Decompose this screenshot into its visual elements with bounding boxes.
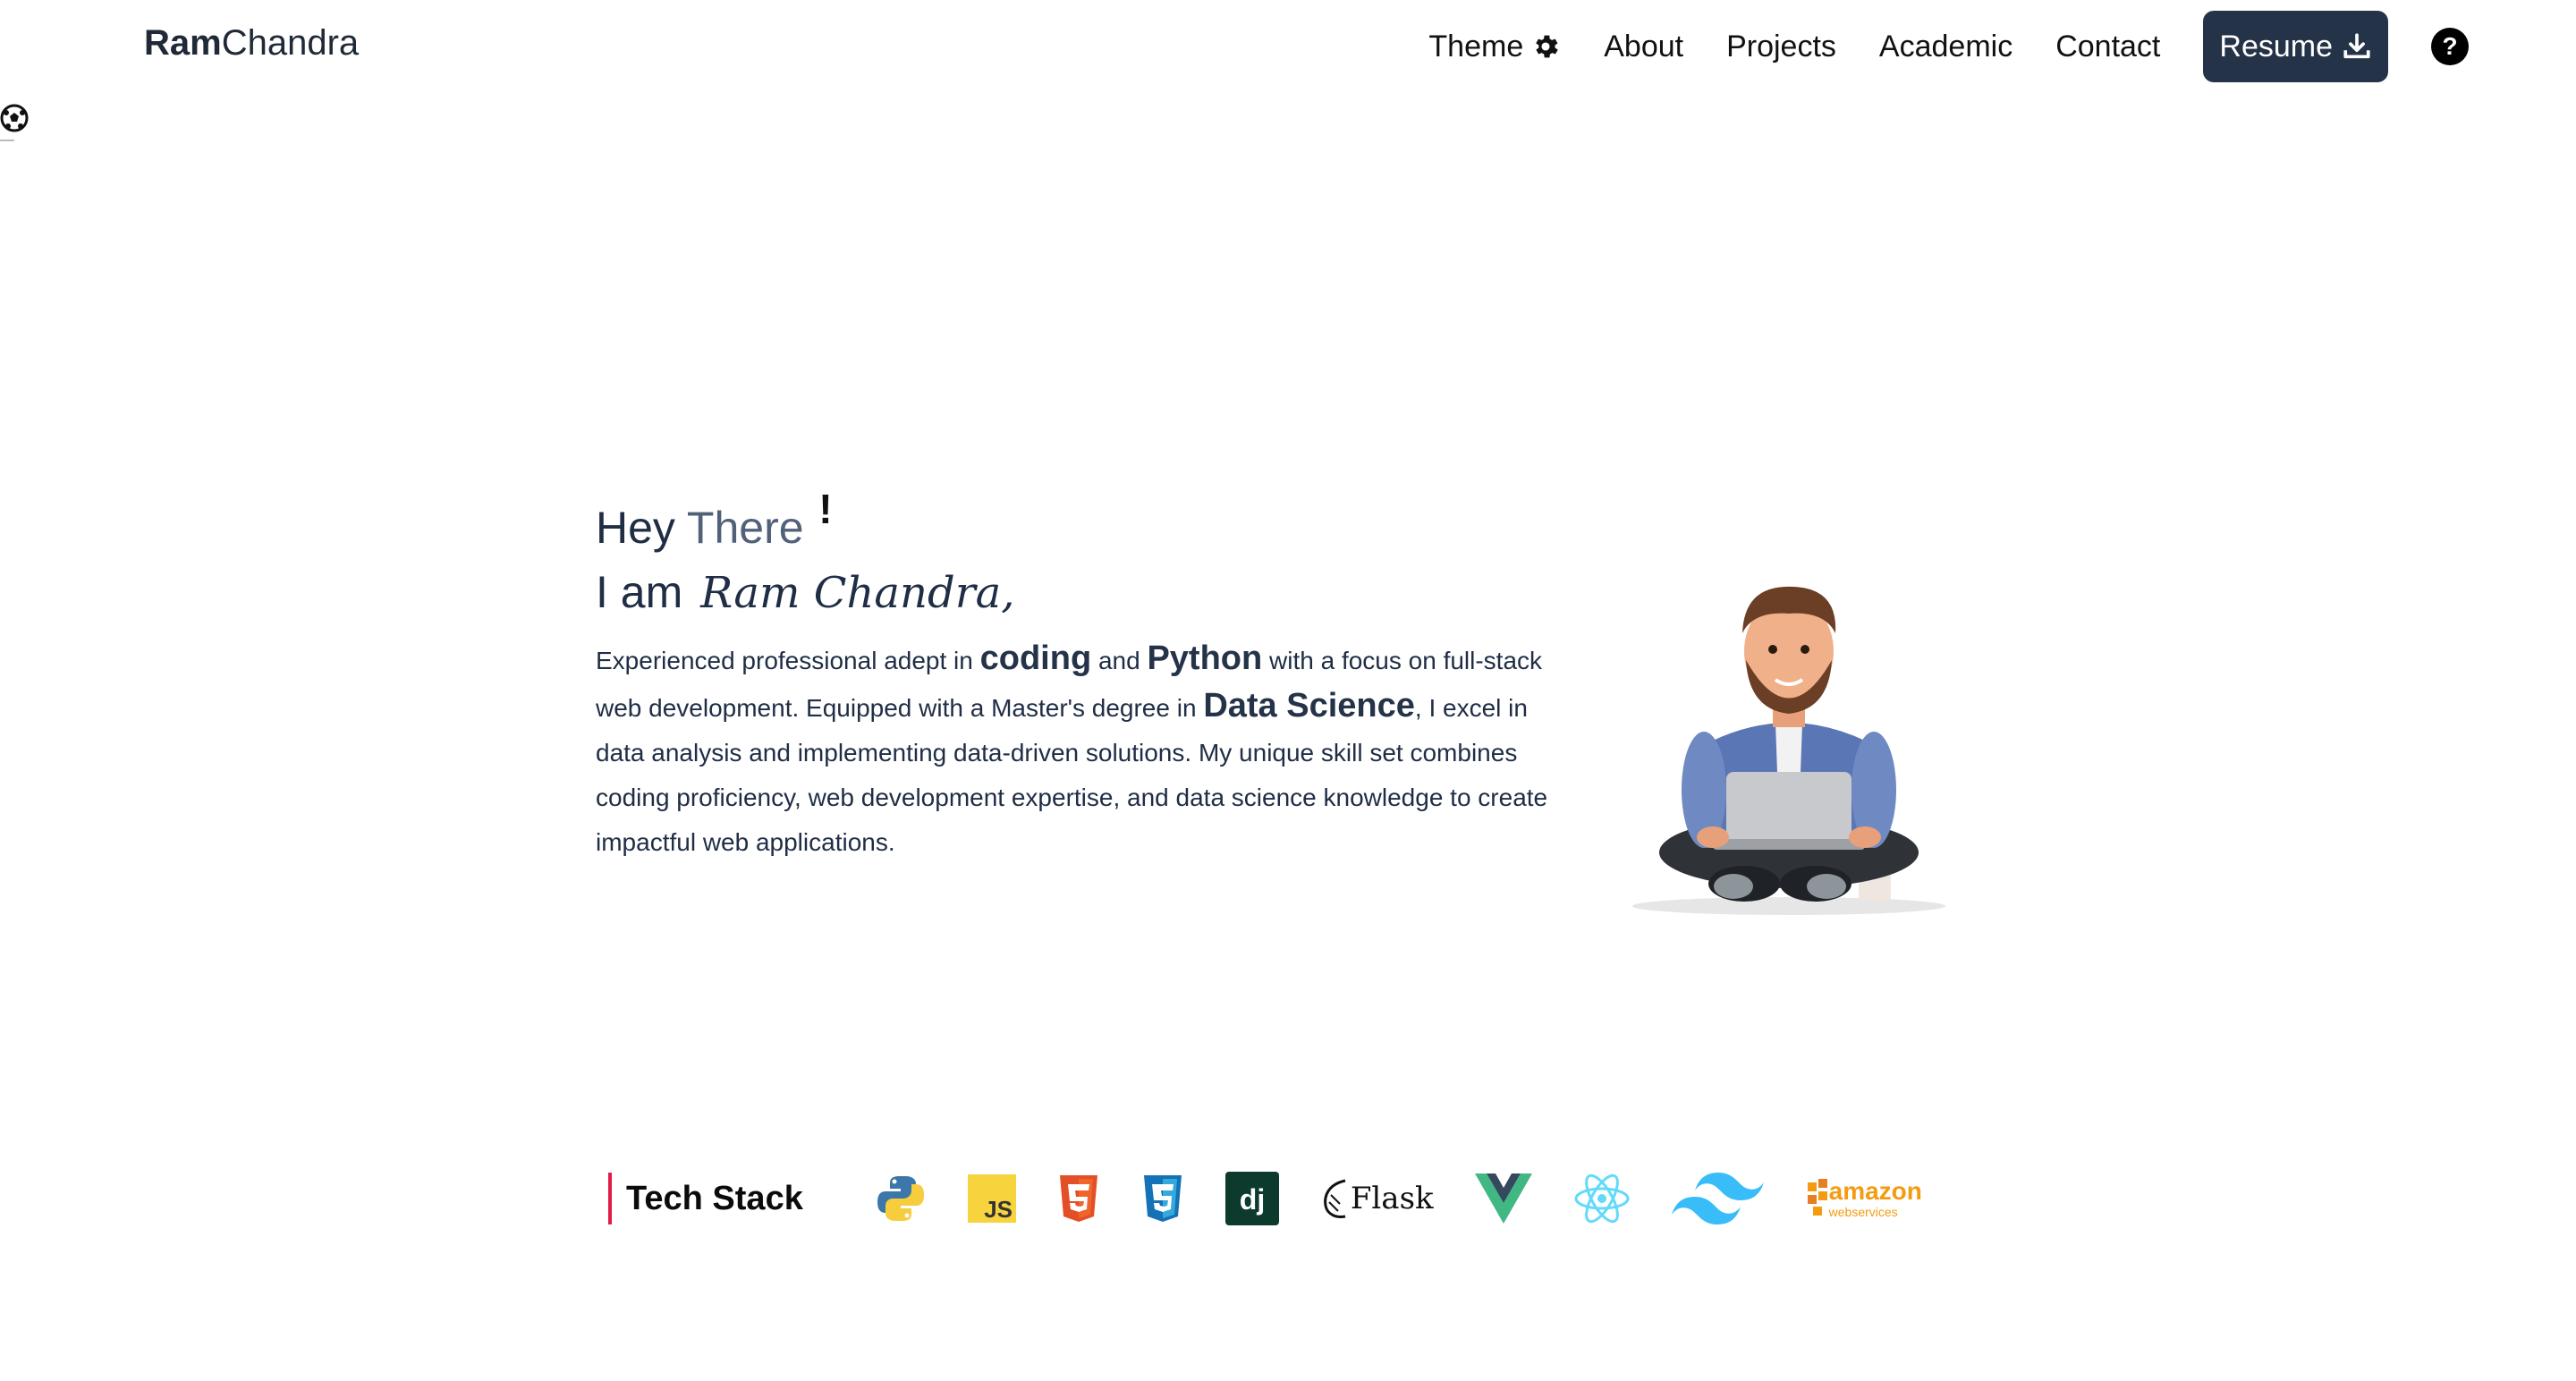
vue-icon <box>1474 1170 1532 1227</box>
css3-icon <box>1141 1170 1184 1227</box>
tech-stack-title: Tech Stack <box>626 1179 803 1217</box>
greeting-word-2: There <box>686 503 804 553</box>
resume-button-label: Resume <box>2219 29 2333 64</box>
about-text-2: and <box>1091 646 1148 674</box>
about-highlight-coding: coding <box>979 639 1092 677</box>
aws-boxes-icon <box>1807 1179 1827 1216</box>
about-highlight-python: Python <box>1147 639 1263 677</box>
hero-greeting: Hey There ! <box>596 486 833 555</box>
brand-logo[interactable]: RamChandra <box>144 23 359 64</box>
help-button[interactable]: ? <box>2431 28 2469 65</box>
react-icon <box>1573 1170 1631 1227</box>
greeting-exclamation: ! <box>818 486 833 532</box>
about-text-1: Experienced professional adept in <box>596 646 980 674</box>
python-icon <box>875 1170 927 1227</box>
intro-prefix: I am <box>596 567 683 617</box>
nav-about[interactable]: About <box>1604 30 1683 64</box>
soccer-ball-icon[interactable] <box>0 104 29 132</box>
brand-last: Chandra <box>221 23 360 63</box>
aws-label: amazon webservices <box>1828 1177 1922 1219</box>
nav-theme-label: Theme <box>1428 29 1524 64</box>
hero-section: Hey There ! I am Ram Chandra, Experience… <box>596 486 1580 890</box>
aws-label-main: amazon <box>1828 1177 1922 1205</box>
aws-icon: amazon webservices <box>1806 1170 1922 1227</box>
html5-icon <box>1057 1170 1100 1227</box>
download-icon <box>2343 33 2370 59</box>
svg-text:dj: dj <box>1240 1183 1265 1216</box>
svg-text:JS: JS <box>984 1196 1013 1223</box>
flask-label: Flask <box>1350 1181 1434 1216</box>
nav-projects[interactable]: Projects <box>1726 30 1836 64</box>
aws-label-sub: webservices <box>1828 1205 1898 1219</box>
hero-intro: I am Ram Chandra, <box>596 565 1580 620</box>
nav-links: Theme About Projects Academic Contact Re… <box>1428 11 2469 82</box>
nav-contact[interactable]: Contact <box>2055 30 2160 64</box>
about-highlight-datascience: Data Science <box>1203 686 1415 724</box>
tailwind-icon <box>1671 1170 1765 1227</box>
gear-icon <box>1536 35 1558 58</box>
tech-stack-icons: JS dj Flask amazon webservices <box>875 1170 1963 1227</box>
hero-description: Experienced professional adept in coding… <box>596 636 1571 865</box>
brand-first: Ram <box>144 23 222 63</box>
nav-academic[interactable]: Academic <box>1879 30 2012 64</box>
tech-stack-section: Tech Stack JS dj Flask amazon webservice… <box>608 1163 1963 1234</box>
navbar: RamChandra Theme About Projects Academic… <box>0 0 2576 93</box>
side-divider <box>0 140 14 141</box>
greeting-word-1: Hey <box>596 503 675 553</box>
developer-avatar-illustration <box>1632 586 1945 915</box>
nav-theme[interactable]: Theme <box>1428 30 1561 64</box>
resume-button[interactable]: Resume <box>2203 11 2388 82</box>
tech-stack-accent-bar <box>608 1173 612 1224</box>
hero-name: Ram Chandra, <box>700 568 1015 618</box>
javascript-icon: JS <box>967 1170 1016 1227</box>
django-icon: dj <box>1224 1170 1279 1227</box>
flask-icon: Flask <box>1320 1170 1434 1227</box>
help-icon: ? <box>2442 32 2458 60</box>
